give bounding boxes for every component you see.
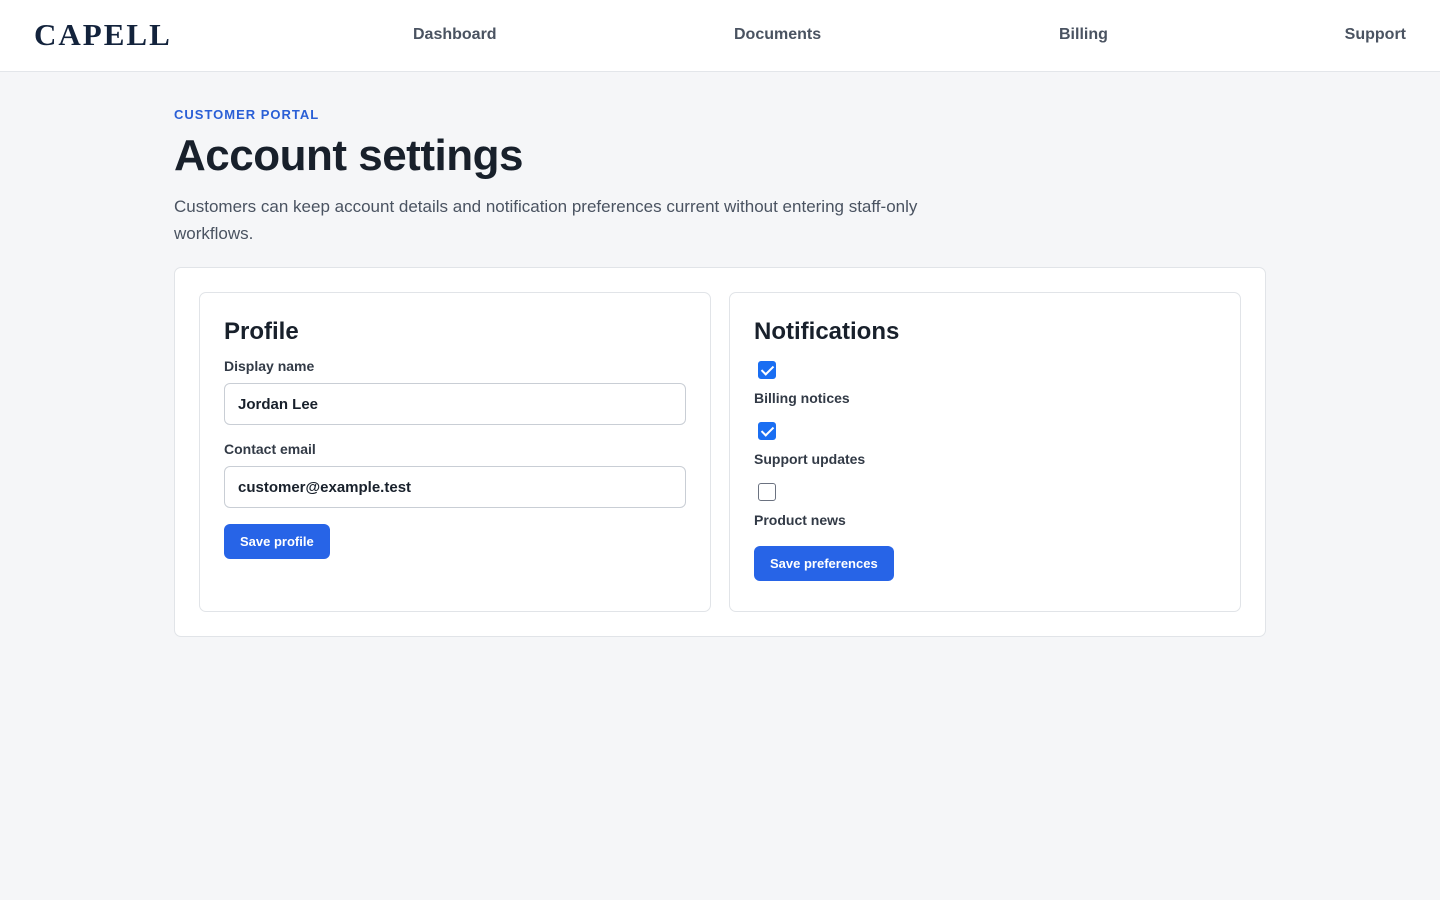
billing-notices-checkbox[interactable] xyxy=(758,361,776,379)
nav-link-dashboard[interactable]: Dashboard xyxy=(413,26,497,44)
nav-link-documents[interactable]: Documents xyxy=(734,26,821,44)
page-description: Customers can keep account details and n… xyxy=(174,197,918,243)
notification-option-billing: Billing notices xyxy=(754,361,1216,408)
notifications-panel-title: Notifications xyxy=(754,318,900,345)
settings-card: Profile Display name Contact email Save … xyxy=(174,267,1266,637)
support-updates-label[interactable]: Support updates xyxy=(754,451,1216,469)
display-name-input[interactable] xyxy=(224,383,686,425)
product-news-checkbox[interactable] xyxy=(758,483,776,501)
nav-link-support[interactable]: Support xyxy=(1345,26,1406,44)
notifications-panel: Notifications Billing notices Support up… xyxy=(729,292,1241,612)
page-title: Account settings xyxy=(174,131,523,180)
brand-logo[interactable]: CAPELL xyxy=(34,17,172,53)
profile-panel: Profile Display name Contact email Save … xyxy=(199,292,711,612)
contact-email-label: Contact email xyxy=(224,441,316,457)
save-preferences-button[interactable]: Save preferences xyxy=(754,546,894,581)
notification-option-support: Support updates xyxy=(754,422,1216,469)
main-content: CUSTOMER PORTAL Account settings Custome… xyxy=(174,72,1266,637)
display-name-label: Display name xyxy=(224,358,315,374)
notification-option-product: Product news xyxy=(754,483,1216,530)
section-eyebrow: CUSTOMER PORTAL xyxy=(174,107,320,122)
billing-notices-label[interactable]: Billing notices xyxy=(754,390,1216,408)
save-profile-button[interactable]: Save profile xyxy=(224,524,330,559)
nav-link-billing[interactable]: Billing xyxy=(1059,26,1108,44)
profile-panel-title: Profile xyxy=(224,318,299,345)
product-news-label[interactable]: Product news xyxy=(754,512,1216,530)
support-updates-checkbox[interactable] xyxy=(758,422,776,440)
top-navigation-bar: CAPELL Dashboard Documents Billing Suppo… xyxy=(0,0,1440,72)
contact-email-input[interactable] xyxy=(224,466,686,508)
